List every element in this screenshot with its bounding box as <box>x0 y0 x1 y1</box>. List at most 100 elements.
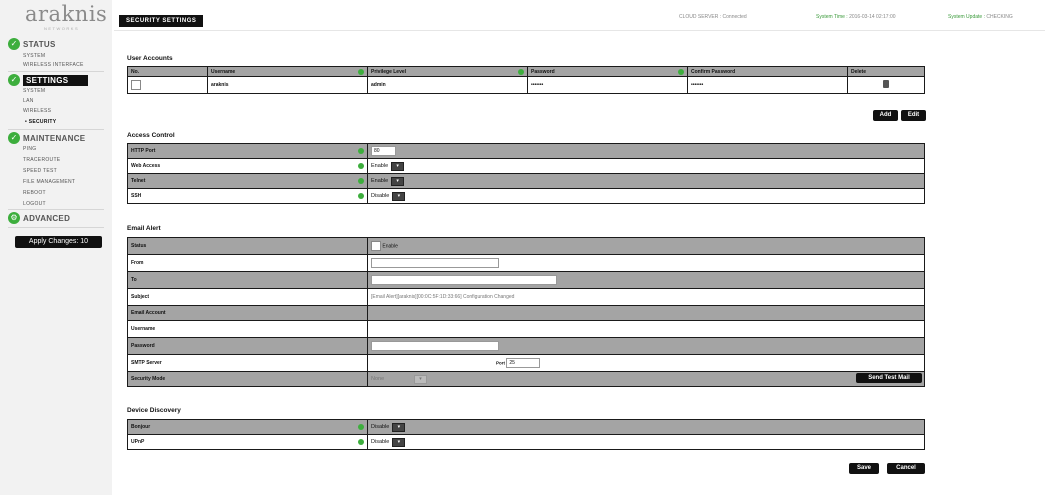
sidebar-item-ping[interactable]: PING <box>23 146 36 152</box>
telnet-value-cell: Enable ▾ <box>367 173 925 189</box>
to-input[interactable] <box>371 275 557 285</box>
cancel-button[interactable]: Cancel <box>887 463 925 474</box>
system-time: System Time : 2016-03-14 02:17:00 <box>816 14 896 20</box>
sidebar-item-settings-system[interactable]: SYSTEM <box>23 88 45 94</box>
port-input[interactable]: 25 <box>506 358 541 368</box>
smtp-label: SMTP Server <box>127 354 368 372</box>
row-select-checkbox[interactable] <box>131 80 141 90</box>
password-label: Password <box>127 337 368 355</box>
to-row: To <box>127 271 925 289</box>
chevron-down-icon: ▾ <box>414 374 427 384</box>
username-value-cell <box>367 320 925 338</box>
sidebar-item-lan[interactable]: LAN <box>23 98 34 104</box>
sidebar-item-file-management[interactable]: FILE MANAGEMENT <box>23 179 75 185</box>
upnp-row: UPnP Disable ▾ <box>127 434 925 450</box>
bonjour-row: Bonjour Disable ▾ <box>127 419 925 435</box>
bonjour-select[interactable]: Disable ▾ <box>371 422 406 432</box>
sidebar-item-logout[interactable]: LOGOUT <box>23 201 46 207</box>
table-row: araknis admin ••••••• ••••••• <box>127 76 925 94</box>
username-cell: araknis <box>207 76 368 94</box>
col-header-privilege-label: Privilege Level <box>371 68 407 75</box>
smtp-row: SMTP Server Port 25 <box>127 354 925 372</box>
http-port-label-text: HTTP Port <box>131 148 156 154</box>
subject-row: Subject [Email Alert][araknis][00:0C:5F:… <box>127 288 925 306</box>
cloud-status: CLOUD SERVER : Connected <box>679 14 747 20</box>
confirm-cell: ••••••• <box>687 76 848 94</box>
divider <box>8 227 104 228</box>
sidebar-item-security[interactable]: • SECURITY <box>25 119 56 125</box>
sidebar-item-status-system[interactable]: SYSTEM <box>23 53 45 59</box>
chevron-down-icon: ▾ <box>391 161 405 171</box>
username-label: Username <box>127 320 368 338</box>
status-row: Status Enable <box>127 237 925 255</box>
bonjour-label-text: Bonjour <box>131 424 151 430</box>
apply-changes-button[interactable]: Apply Changes: 10 <box>15 236 102 248</box>
telnet-select[interactable]: Enable ▾ <box>371 176 405 186</box>
sidebar-item-traceroute[interactable]: TRACEROUTE <box>23 157 60 163</box>
security-mode-select[interactable]: None ▾ <box>371 374 427 384</box>
system-update-value: CHECKING <box>986 14 1013 20</box>
save-button[interactable]: Save <box>849 463 879 474</box>
sidebar-item-wireless-interface[interactable]: WIRELESS INTERFACE <box>23 62 84 68</box>
info-icon <box>358 68 364 75</box>
col-header-no: No. <box>127 66 208 77</box>
sidebar-section-maintenance[interactable]: ✓ MAINTENANCE <box>8 132 85 144</box>
web-access-select[interactable]: Enable ▾ <box>371 161 405 171</box>
main-content: CLOUD SERVER : Connected System Time : 2… <box>114 0 1045 495</box>
gear-icon: ⚙ <box>8 212 20 224</box>
telnet-label-text: Telnet <box>131 178 146 184</box>
telnet-selected: Enable <box>371 178 389 184</box>
system-time-value: 2016-03-14 02:17:00 <box>849 14 896 20</box>
from-input[interactable] <box>371 258 499 268</box>
divider <box>8 71 104 72</box>
sidebar-item-speed-test[interactable]: SPEED TEST <box>23 168 57 174</box>
email-enable-checkbox[interactable] <box>371 241 381 251</box>
trash-icon[interactable] <box>883 80 889 88</box>
top-bar: CLOUD SERVER : Connected System Time : 2… <box>114 8 1045 31</box>
info-icon <box>358 439 364 445</box>
sidebar-section-label: STATUS <box>23 39 56 49</box>
sidebar: araknis NETWORKS ✓ STATUS SYSTEM WIRELES… <box>0 0 112 495</box>
system-time-label: System Time : <box>816 14 848 20</box>
section-title-email-alert: Email Alert <box>127 225 161 232</box>
ssh-selected: Disable <box>371 193 390 199</box>
sidebar-section-status[interactable]: ✓ STATUS <box>8 38 56 50</box>
chevron-down-icon: ▾ <box>391 176 405 186</box>
subject-label: Subject <box>127 288 368 306</box>
delete-cell <box>847 76 925 94</box>
sidebar-item-reboot[interactable]: REBOOT <box>23 190 46 196</box>
sidebar-section-label: ADVANCED <box>23 213 71 223</box>
password-input[interactable] <box>371 341 499 351</box>
http-port-input[interactable]: 80 <box>371 146 396 156</box>
upnp-select[interactable]: Disable ▾ <box>371 437 406 447</box>
col-header-confirm: Confirm Password <box>687 66 848 77</box>
username-input[interactable] <box>371 325 375 333</box>
upnp-label: UPnP <box>127 434 368 450</box>
sidebar-section-advanced[interactable]: ⚙ ADVANCED <box>8 212 70 224</box>
row-select-cell <box>127 76 208 94</box>
edit-button[interactable]: Edit <box>901 110 926 121</box>
araknis-logo: araknis <box>25 2 108 26</box>
ssh-select[interactable]: Disable ▾ <box>371 191 406 201</box>
email-account-label: Email Account <box>127 305 368 321</box>
info-icon <box>358 163 364 169</box>
sidebar-section-settings[interactable]: ✓ SETTINGS <box>8 74 89 86</box>
col-header-username: Username <box>207 66 368 77</box>
device-discovery-table: Bonjour Disable ▾ UPnP Disable ▾ <box>127 419 925 450</box>
security-mode-selected: None <box>371 376 385 382</box>
check-icon: ✓ <box>8 38 20 50</box>
chevron-down-icon: ▾ <box>392 437 406 447</box>
logo-subtitle: NETWORKS <box>44 26 80 31</box>
send-test-mail-button[interactable]: Send Test Mail <box>856 373 922 383</box>
col-header-password-label: Password <box>531 68 555 75</box>
ssh-label-text: SSH <box>131 193 142 199</box>
password-row: Password <box>127 337 925 355</box>
info-icon <box>358 193 364 199</box>
sidebar-section-label: SETTINGS <box>23 74 89 86</box>
bonjour-value-cell: Disable ▾ <box>367 419 925 435</box>
subject-value[interactable]: [Email Alert][araknis][00:0C:5F:1D:33:66… <box>367 288 925 306</box>
sidebar-item-wireless[interactable]: WIRELESS <box>23 108 51 114</box>
web-access-selected: Enable <box>371 163 389 169</box>
add-button[interactable]: Add <box>873 110 898 121</box>
telnet-label: Telnet <box>127 173 368 189</box>
